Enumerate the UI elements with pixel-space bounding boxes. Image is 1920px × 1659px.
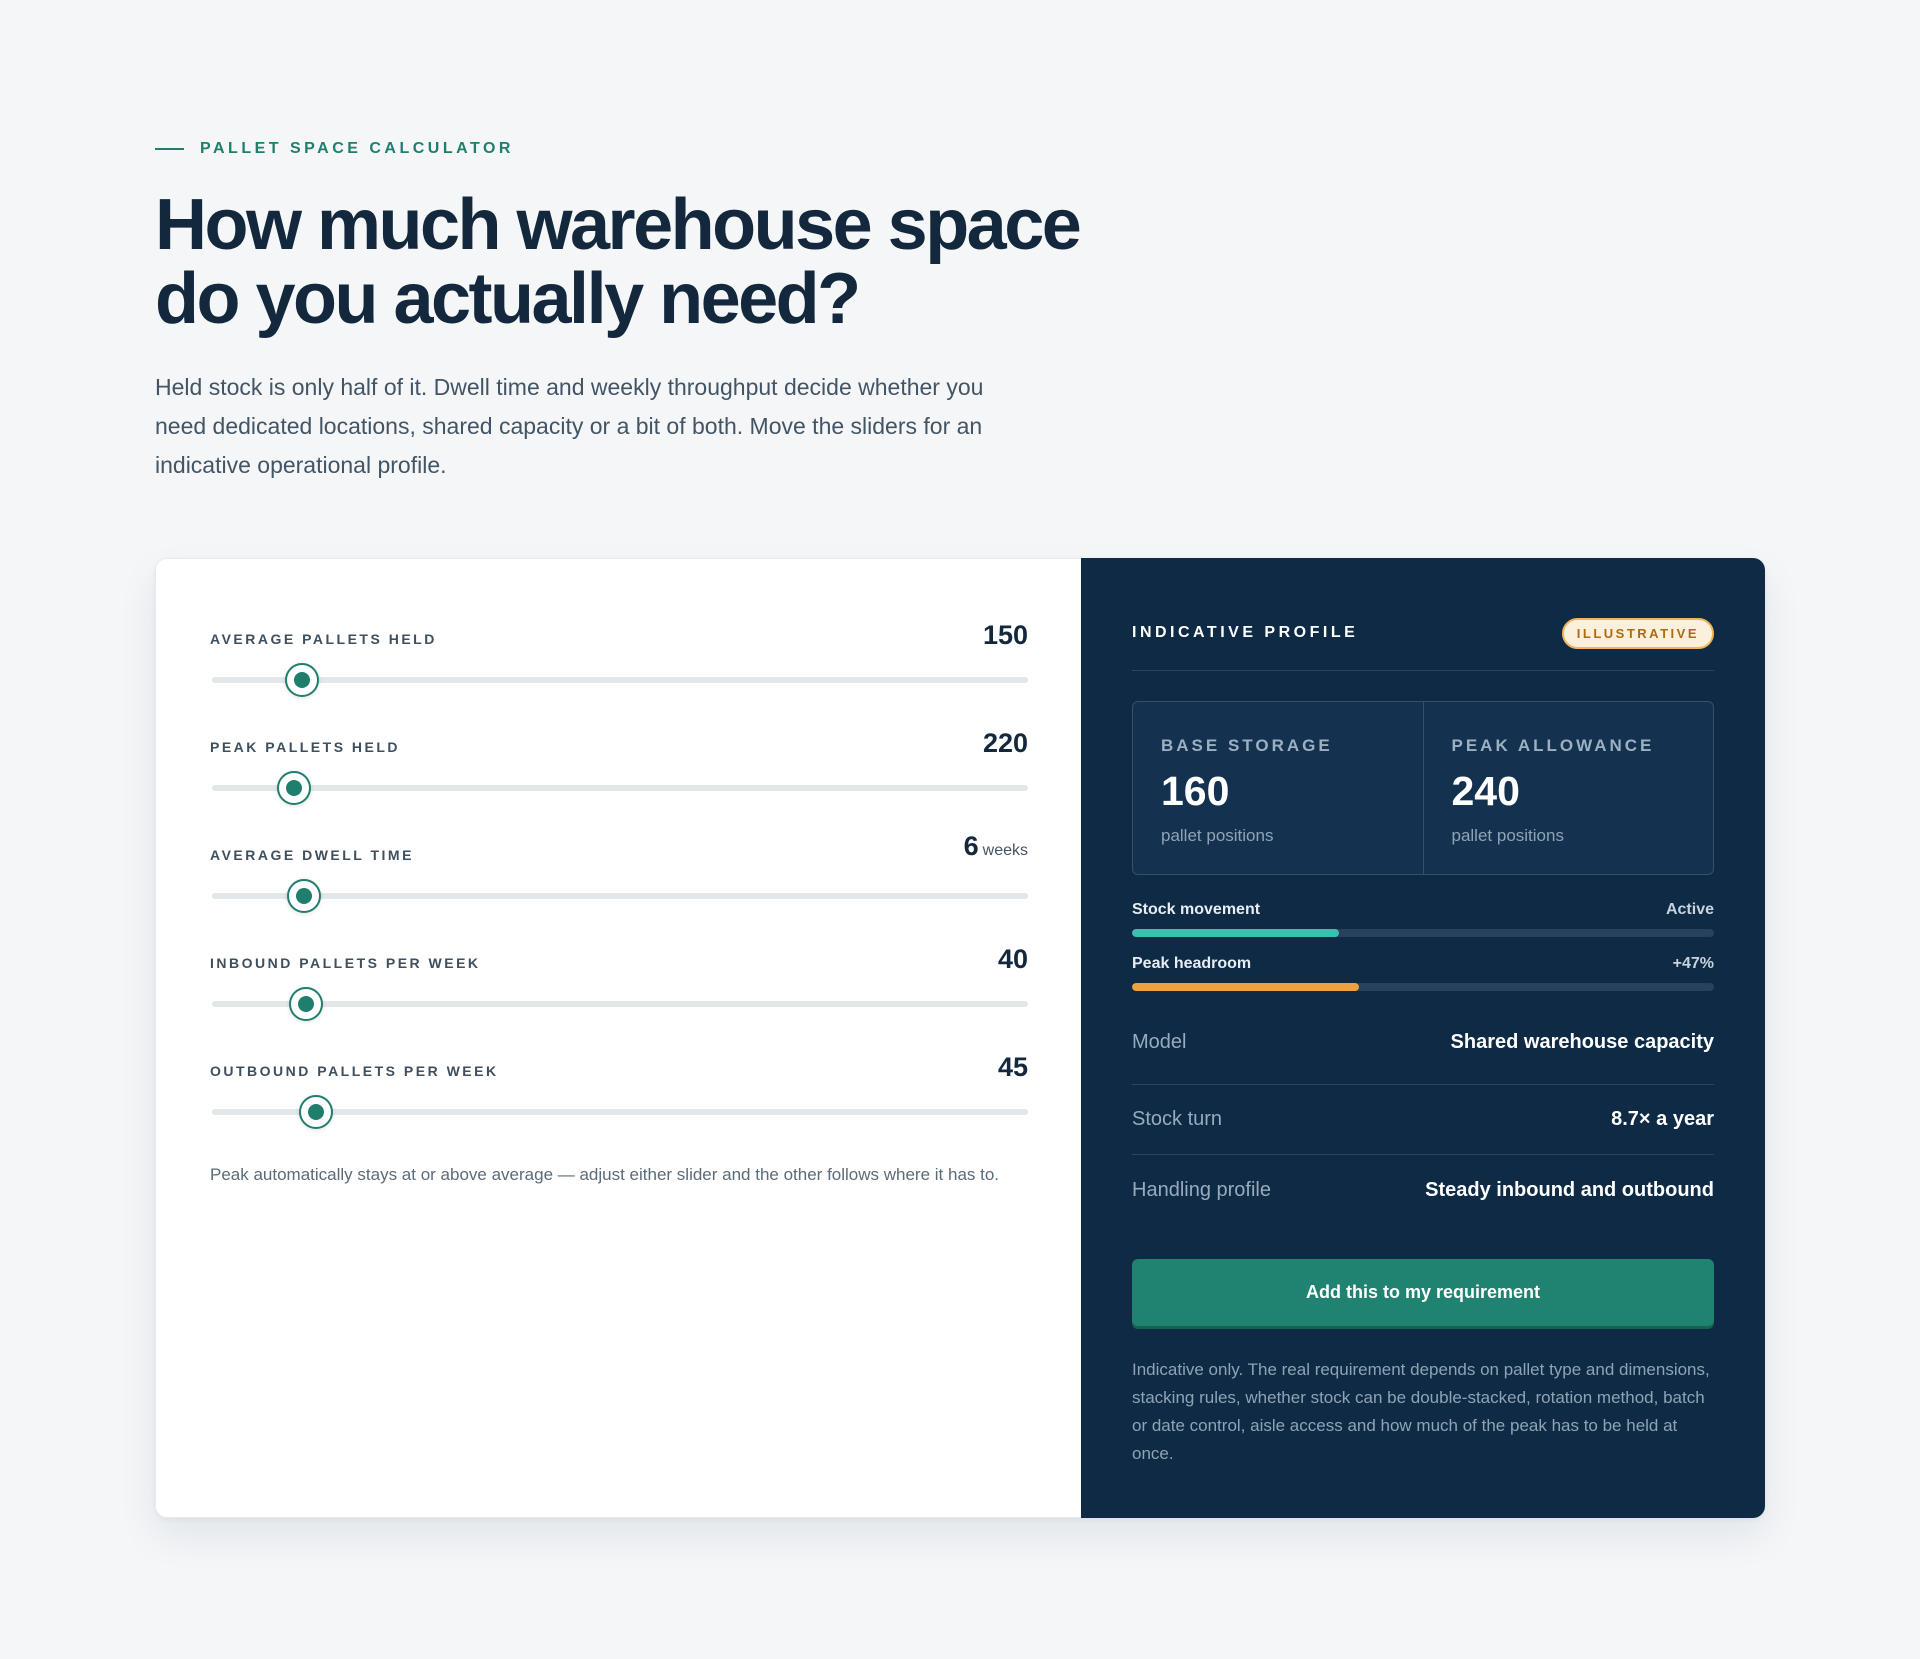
intro-text: Held stock is only half of it. Dwell tim… [155,374,984,478]
detail-key: Model [1132,1031,1187,1053]
stat-label: BASE STORAGE [1161,736,1333,755]
slider-track[interactable] [212,663,1028,697]
stat-label: PEAK ALLOWANCE [1451,736,1655,755]
slider-outbound-pallets: OUTBOUND PALLETS PER WEEK 45 [210,1047,1028,1155]
divider [1132,670,1714,671]
eyebrow: PALLET SPACE CALCULATOR [155,140,514,158]
detail-key: Stock turn [1132,1108,1223,1130]
stat-value: 160 [1161,768,1230,814]
slider-label: INBOUND PALLETS PER WEEK [210,955,481,971]
slider-dwell-time: AVERAGE DWELL TIME 6 weeks [210,831,1028,939]
slider-track[interactable] [212,879,1028,913]
stat-base-storage: BASE STORAGE 160 pallet positions [1133,702,1423,874]
slider-inbound-pallets: INBOUND PALLETS PER WEEK 40 [210,939,1028,1047]
bar-track [1132,983,1714,991]
stat-value: 240 [1451,768,1520,814]
slider-thumb[interactable] [299,1095,334,1129]
stock-movement-bar: Stock movement Active [1132,901,1714,937]
page-title: How much warehouse space do you actually… [155,185,1082,339]
profile-panel: INDICATIVE PROFILE ILLUSTRATIVE BASE STO… [1081,558,1765,1518]
bar-label: Stock movement [1132,901,1261,918]
detail-value: 8.7× a year [1611,1108,1714,1130]
profile-details: Model Shared warehouse capacity Stock tu… [1132,1031,1714,1225]
stat-unit: pallet positions [1161,826,1274,845]
stat-peak-allowance: PEAK ALLOWANCE 240 pallet positions [1422,702,1714,874]
slider-track[interactable] [212,771,1028,805]
add-to-requirement-button[interactable]: Add this to my requirement [1132,1259,1714,1326]
eyebrow-rule [155,148,184,150]
slider-panel: AVERAGE PALLETS HELD 150 PEAK PALLETS HE… [155,558,1081,1518]
eyebrow-text: PALLET SPACE CALCULATOR [200,140,514,157]
bar-track [1132,929,1714,937]
slider-track[interactable] [212,987,1028,1021]
slider-label: OUTBOUND PALLETS PER WEEK [210,1063,499,1079]
slider-label: AVERAGE DWELL TIME [210,847,414,863]
profile-title: INDICATIVE PROFILE [1132,624,1359,641]
slider-peak-pallets: PEAK PALLETS HELD 220 [210,723,1028,831]
slider-value: 40 [997,944,1028,974]
illustrative-badge: ILLUSTRATIVE [1561,617,1714,649]
slider-unit: weeks [982,842,1028,859]
detail-row-stock-turn: Stock turn 8.7× a year [1132,1085,1714,1155]
detail-key: Handling profile [1132,1178,1271,1201]
peak-headroom-bar: Peak headroom +47% [1132,955,1714,991]
bar-fill [1132,929,1339,937]
slider-value: 220 [982,728,1028,758]
slider-thumb[interactable] [284,663,319,697]
disclaimer: Indicative only. The real requirement de… [1132,1360,1710,1463]
bar-value: +47% [1672,955,1714,972]
detail-row-model: Model Shared warehouse capacity [1132,1031,1714,1085]
slider-thumb[interactable] [276,771,311,805]
slider-label: AVERAGE PALLETS HELD [210,631,437,647]
detail-value: Steady inbound and outbound [1425,1178,1714,1201]
slider-note: Peak automatically stays at or above ave… [210,1165,1000,1184]
bar-fill [1132,983,1359,991]
bar-value: Active [1665,901,1714,918]
slider-thumb[interactable] [287,879,322,913]
slider-label: PEAK PALLETS HELD [210,739,401,755]
detail-row-handling: Handling profile Steady inbound and outb… [1132,1155,1714,1225]
detail-value: Shared warehouse capacity [1450,1031,1714,1053]
slider-track[interactable] [212,1095,1028,1129]
slider-value: 6 weeks [963,831,1028,861]
stat-boxes: BASE STORAGE 160 pallet positions PEAK A… [1132,701,1714,875]
slider-value: 45 [997,1052,1028,1082]
bar-label: Peak headroom [1132,955,1252,972]
slider-value: 150 [982,620,1028,650]
stat-unit: pallet positions [1451,826,1564,845]
slider-average-pallets: AVERAGE PALLETS HELD 150 [210,615,1028,723]
slider-thumb[interactable] [288,987,323,1021]
calculator-card: AVERAGE PALLETS HELD 150 PEAK PALLETS HE… [155,558,1765,1518]
